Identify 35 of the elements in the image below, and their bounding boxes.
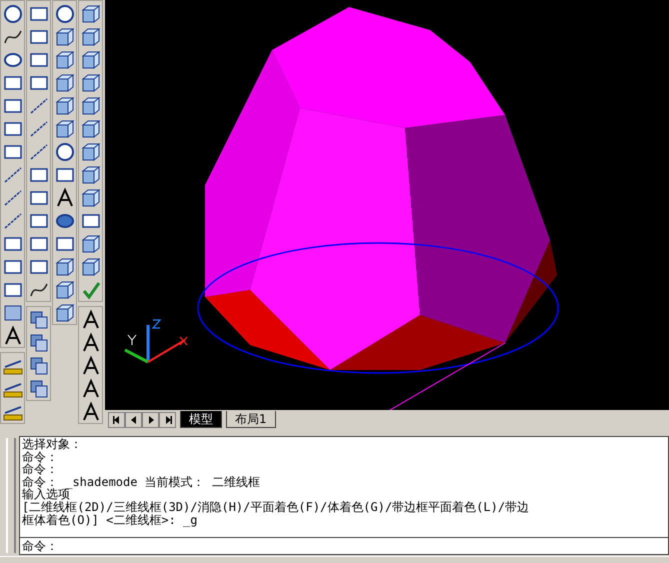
cube-tool-icon[interactable] xyxy=(80,95,102,117)
layout-tab[interactable]: 模型 xyxy=(180,411,222,428)
circle-tool-icon[interactable] xyxy=(2,3,24,25)
cube-tool-icon[interactable] xyxy=(80,118,102,140)
cube-tool-icon[interactable] xyxy=(80,187,102,209)
command-history-line: 命令： xyxy=(22,450,59,464)
cube-tool-icon[interactable] xyxy=(80,141,102,163)
stack-tool-icon[interactable] xyxy=(28,378,50,400)
cube-tool-icon[interactable] xyxy=(80,256,102,278)
next-tab-button[interactable] xyxy=(142,412,159,428)
command-history-line: [二维线框(2D)/三维线框(3D)/消隐(H)/平面着色(F)/体着色(G)/带边框平面着色(L)/带边 xyxy=(22,500,530,514)
cube-tool-icon[interactable] xyxy=(54,302,76,324)
triangle-icon xyxy=(112,415,122,425)
cube-tool-icon[interactable] xyxy=(80,233,102,255)
stack-tool-icon[interactable] xyxy=(28,355,50,377)
command-line-field[interactable]: 命令： xyxy=(20,538,668,554)
layout-tab[interactable]: 布局1 xyxy=(226,411,276,428)
command-history-line: 命令： _shademode 当前模式： 二维线框 xyxy=(22,476,261,488)
stack-tool-icon[interactable] xyxy=(28,332,50,354)
last-tab-button[interactable] xyxy=(159,412,176,428)
cube-tool-icon[interactable] xyxy=(80,164,102,186)
command-history-line: 命令： xyxy=(22,463,59,476)
prev-tab-button[interactable] xyxy=(125,412,142,428)
cube-tool-icon[interactable] xyxy=(80,26,102,48)
cube-tool-icon[interactable] xyxy=(80,72,102,94)
command-history-line: 选择对象： xyxy=(22,438,83,451)
cube-tool-icon[interactable] xyxy=(80,49,102,71)
drawing-viewport[interactable] xyxy=(105,0,669,410)
ucs-axis-icon xyxy=(124,319,188,364)
command-history-line: 输入选项 xyxy=(22,488,70,501)
window-grip[interactable] xyxy=(6,438,16,554)
stack-tool-icon[interactable] xyxy=(28,309,50,331)
cube-tool-icon[interactable] xyxy=(80,3,102,25)
first-tab-button[interactable] xyxy=(108,412,125,428)
command-history-line: 框体着色(O)] <二维线框>: _g xyxy=(22,514,198,526)
